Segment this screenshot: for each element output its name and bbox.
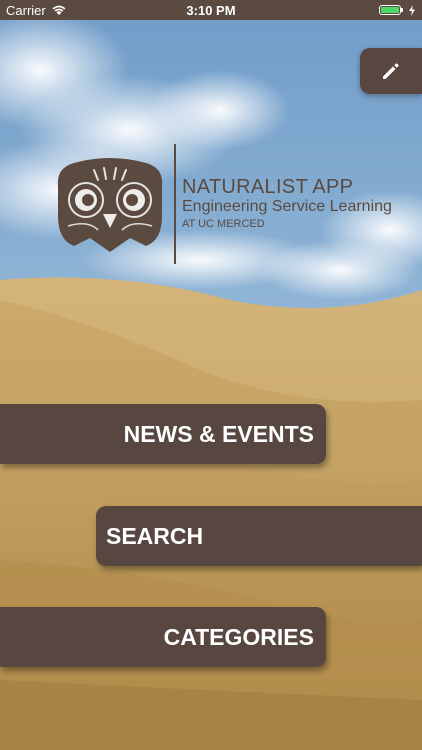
status-right xyxy=(266,4,416,16)
search-button[interactable]: SEARCH xyxy=(96,506,422,566)
logo-divider xyxy=(174,144,176,264)
owl-logo-icon xyxy=(57,158,163,252)
search-label: SEARCH xyxy=(106,522,204,549)
news-events-button[interactable]: NEWS & EVENTS xyxy=(0,404,326,464)
home-screen: Carrier 3:10 PM NATURALIST APP Engineeri… xyxy=(0,0,422,750)
charging-icon xyxy=(409,4,415,16)
app-org: AT UC MERCED xyxy=(182,218,265,230)
status-time: 3:10 PM xyxy=(186,2,236,18)
app-logo: NATURALIST APP Engineering Service Learn… xyxy=(48,142,392,266)
app-subtitle: Engineering Service Learning xyxy=(182,198,392,215)
news-events-label: NEWS & EVENTS xyxy=(123,420,314,447)
status-bar: Carrier 3:10 PM xyxy=(0,0,422,20)
carrier-label: Carrier xyxy=(6,2,46,18)
edit-button[interactable] xyxy=(360,48,422,94)
categories-label: CATEGORIES xyxy=(163,623,314,650)
wifi-icon xyxy=(52,5,66,15)
battery-icon xyxy=(379,5,403,15)
status-left: Carrier xyxy=(6,3,156,18)
battery-level-fill xyxy=(381,7,399,13)
categories-button[interactable]: CATEGORIES xyxy=(0,607,326,667)
pencil-icon xyxy=(383,63,399,79)
app-name: NATURALIST APP xyxy=(182,176,354,198)
